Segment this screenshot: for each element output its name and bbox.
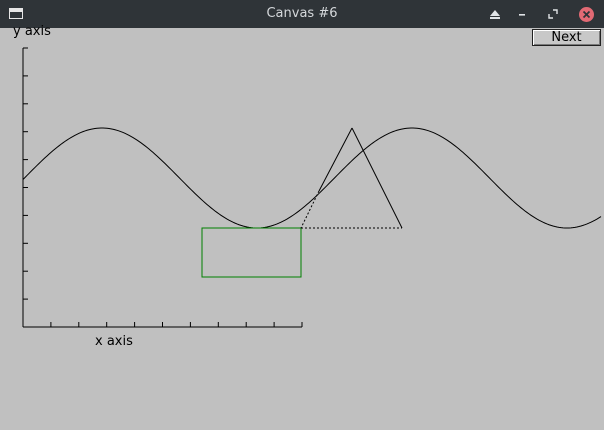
y-axis-ticks (23, 47, 28, 300)
next-button[interactable]: Next (532, 29, 601, 46)
green-rectangle (201, 227, 302, 278)
canvas-window: Canvas #6 y axis x axis Next (0, 0, 604, 430)
y-axis-label: y axis (13, 24, 51, 39)
triangle-left-edge (318, 127, 353, 192)
x-axis-ticks (22, 322, 303, 327)
x-axis-label: x axis (95, 334, 133, 349)
triangle-right-edge (351, 127, 403, 229)
sine-curve (22, 127, 602, 229)
plot-canvas (22, 47, 602, 328)
